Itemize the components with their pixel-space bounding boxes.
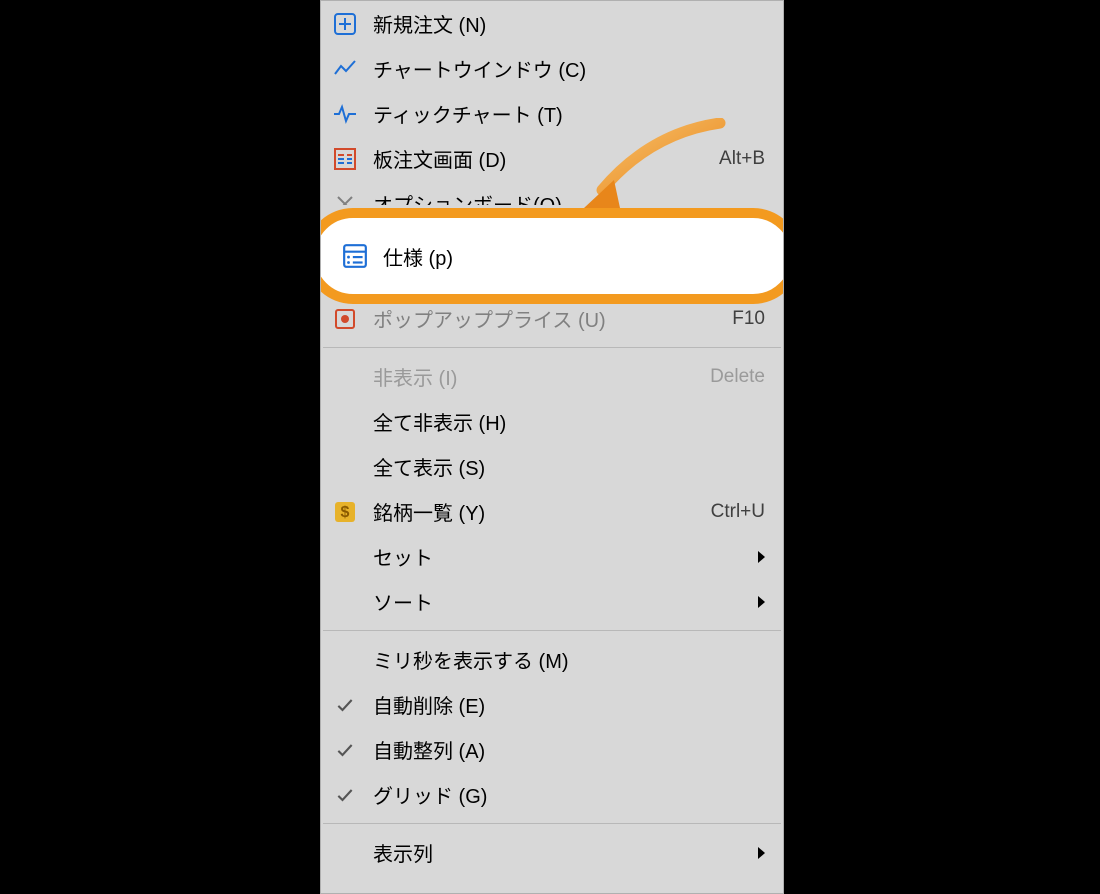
svg-text:$: $ xyxy=(341,504,350,521)
menu-item-label: 自動整列 (A) xyxy=(373,735,765,764)
menu-item-show-milliseconds[interactable]: ミリ秒を表示する (M) xyxy=(321,637,783,682)
menu-item-hide-all[interactable]: 全て非表示 (H) xyxy=(321,399,783,444)
menu-item-label: 新規注文 (N) xyxy=(373,9,765,38)
menu-item-label: ティックチャート (T) xyxy=(373,99,765,128)
menu-item-grid[interactable]: グリッド (G) xyxy=(321,772,783,817)
blank-icon xyxy=(331,408,359,436)
chevron-right-icon xyxy=(758,551,765,563)
menu-item-specification-highlight[interactable]: 仕様 (p) xyxy=(320,208,784,304)
line-chart-icon xyxy=(331,55,359,83)
blank-icon xyxy=(331,543,359,571)
menu-item-label: 仕様 (p) xyxy=(383,242,784,271)
menu-item-auto-arrange[interactable]: 自動整列 (A) xyxy=(321,727,783,772)
menu-item-new-order[interactable]: 新規注文 (N) xyxy=(321,1,783,46)
menu-item-tick-chart[interactable]: ティックチャート (T) xyxy=(321,91,783,136)
menu-item-shortcut: Delete xyxy=(710,366,765,388)
menu-item-label: 銘柄一覧 (Y) xyxy=(373,497,711,526)
check-icon xyxy=(331,695,359,715)
menu-item-label: ポップアッププライス (U) xyxy=(373,304,732,333)
plus-square-icon xyxy=(331,10,359,38)
cross-icon xyxy=(331,190,359,206)
menu-item-popup-price-partial: ポップアッププライス (U) F10 xyxy=(321,303,783,341)
menu-item-label: 全て表示 (S) xyxy=(373,452,765,481)
menu-item-label: 非表示 (I) xyxy=(373,362,710,391)
blank-icon xyxy=(331,588,359,616)
menu-item-show-all[interactable]: 全て表示 (S) xyxy=(321,444,783,489)
menu-item-label: ソート xyxy=(373,587,750,616)
menu-item-option-board[interactable]: オプションボード(O) xyxy=(321,181,783,205)
menu-item-shortcut: Alt+B xyxy=(719,148,765,170)
menu-separator xyxy=(323,823,781,824)
context-menu: 新規注文 (N) チャートウインドウ (C) ティックチャート (T) 板注文画… xyxy=(320,0,784,894)
menu-item-label: セット xyxy=(373,542,750,571)
menu-item-label: 自動削除 (E) xyxy=(373,690,765,719)
spec-list-icon xyxy=(341,242,369,270)
menu-item-label: チャートウインドウ (C) xyxy=(373,54,765,83)
popup-price-icon xyxy=(331,305,359,333)
blank-icon xyxy=(331,453,359,481)
menu-item-popup-price[interactable]: ポップアッププライス (U) F10 xyxy=(321,303,783,341)
blank-icon xyxy=(331,363,359,391)
menu-separator xyxy=(323,347,781,348)
chevron-right-icon xyxy=(758,596,765,608)
menu-separator xyxy=(323,630,781,631)
menu-item-sort[interactable]: ソート xyxy=(321,579,783,624)
menu-item-label: 表示列 xyxy=(373,838,750,867)
check-icon xyxy=(331,785,359,805)
menu-item-chart-window[interactable]: チャートウインドウ (C) xyxy=(321,46,783,91)
menu-item-label: 板注文画面 (D) xyxy=(373,144,719,173)
menu-item-symbols[interactable]: $ 銘柄一覧 (Y) Ctrl+U xyxy=(321,489,783,534)
blank-icon xyxy=(331,839,359,867)
menu-item-shortcut: Ctrl+U xyxy=(711,501,765,523)
menu-item-label: 全て非表示 (H) xyxy=(373,407,765,436)
menu-item-label: オプションボード(O) xyxy=(373,189,765,205)
menu-item-set[interactable]: セット xyxy=(321,534,783,579)
menu-item-auto-delete[interactable]: 自動削除 (E) xyxy=(321,682,783,727)
chevron-right-icon xyxy=(758,847,765,859)
menu-item-depth-market[interactable]: 板注文画面 (D) Alt+B xyxy=(321,136,783,181)
pulse-icon xyxy=(331,100,359,128)
menu-item-label: グリッド (G) xyxy=(373,780,765,809)
check-icon xyxy=(331,740,359,760)
menu-item-shortcut: F10 xyxy=(732,308,765,330)
menu-item-label: ミリ秒を表示する (M) xyxy=(373,645,765,674)
depth-list-icon xyxy=(331,145,359,173)
menu-item-hide: 非表示 (I) Delete xyxy=(321,354,783,399)
menu-item-option-board-partial: オプションボード(O) xyxy=(321,181,783,205)
dollar-square-icon: $ xyxy=(331,498,359,526)
menu-item-columns[interactable]: 表示列 xyxy=(321,830,783,875)
